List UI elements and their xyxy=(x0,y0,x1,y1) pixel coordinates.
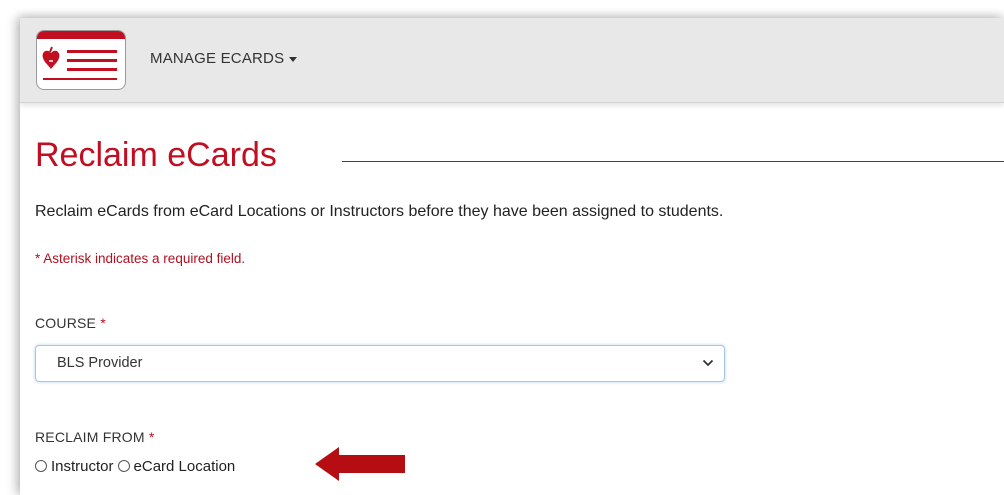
radio-instructor-circle[interactable] xyxy=(35,460,47,472)
radio-instructor[interactable]: Instructor xyxy=(35,458,114,475)
reclaim-from-required-marker: * xyxy=(148,429,155,445)
course-label: COURSE * xyxy=(35,315,106,331)
page-description: Reclaim eCards from eCard Locations or I… xyxy=(35,203,724,220)
reclaim-from-label-text: RECLAIM FROM xyxy=(35,429,145,445)
app-frame: MANAGE ECARDS Reclaim eCards Reclaim eCa… xyxy=(20,18,1004,495)
reclaim-from-radio-group: Instructor eCard Location xyxy=(35,456,235,476)
course-select[interactable]: BLS Provider xyxy=(35,345,725,382)
manage-ecards-menu[interactable]: MANAGE ECARDS xyxy=(150,50,298,67)
chevron-down-icon xyxy=(702,359,714,367)
required-field-note: * Asterisk indicates a required field. xyxy=(35,251,246,266)
course-label-text: COURSE xyxy=(35,315,97,331)
course-select-value: BLS Provider xyxy=(57,355,143,371)
manage-ecards-label: MANAGE ECARDS xyxy=(150,50,285,67)
radio-ecard-location[interactable]: eCard Location xyxy=(117,457,236,475)
radio-instructor-label: Instructor xyxy=(51,457,114,475)
reclaim-from-label: RECLAIM FROM * xyxy=(35,429,155,445)
heart-card-logo-icon xyxy=(37,31,125,80)
page-title: Reclaim eCards xyxy=(35,136,277,174)
top-navbar: MANAGE ECARDS xyxy=(20,18,1004,103)
title-divider xyxy=(342,161,1004,162)
aha-logo[interactable] xyxy=(36,30,126,90)
radio-ecard-location-label: eCard Location xyxy=(133,457,236,475)
radio-ecard-location-circle[interactable] xyxy=(117,460,130,472)
arrow-left-icon xyxy=(315,447,405,481)
title-row: Reclaim eCards xyxy=(35,136,1004,184)
caret-down-icon xyxy=(289,56,298,62)
course-required-marker: * xyxy=(100,315,106,331)
